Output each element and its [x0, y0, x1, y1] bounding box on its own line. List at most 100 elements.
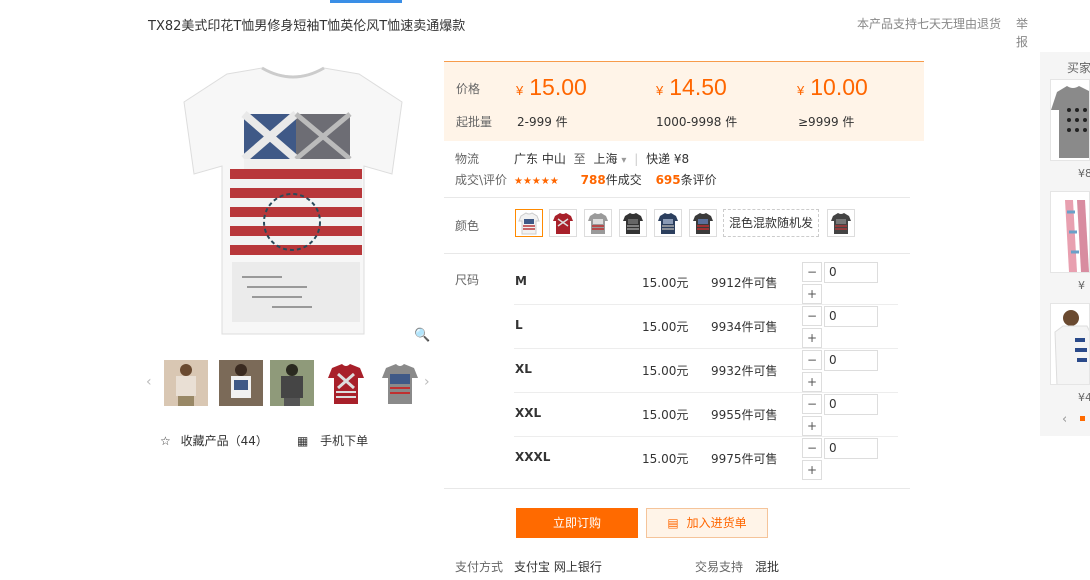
thumbnail-5[interactable] — [378, 360, 422, 406]
color-swatch-1[interactable] — [515, 209, 543, 237]
currency-symbol: ¥ — [656, 83, 664, 98]
size-name: M — [515, 274, 527, 288]
ship-from: 广东 中山 — [514, 152, 566, 166]
mobile-order[interactable]: ▦ 手机下单 — [297, 432, 368, 449]
decrease-button[interactable]: − — [802, 394, 822, 414]
rating-stars: ★★★★★ — [514, 176, 559, 187]
size-stock: 9934件可售 — [711, 320, 778, 334]
ship-to-select[interactable]: 上海 ▾ — [594, 152, 627, 166]
size-name: XL — [515, 362, 532, 376]
currency-symbol: ¥ — [797, 83, 805, 98]
size-stock: 9955件可售 — [711, 408, 778, 422]
color-swatch-6[interactable] — [689, 209, 717, 237]
increase-button[interactable]: + — [802, 416, 822, 436]
quantity-input[interactable]: 0 — [824, 394, 878, 415]
color-swatch-3[interactable] — [584, 209, 612, 237]
logistics-info: 广东 中山 至 上海 ▾ | 快递 ¥8 — [514, 152, 690, 166]
thumbnail-2[interactable] — [219, 360, 263, 406]
color-swatch-4[interactable] — [619, 209, 647, 237]
quantity-input[interactable]: 0 — [824, 438, 878, 459]
quantity-input[interactable]: 0 — [824, 350, 878, 371]
size-stock: 9912件可售 — [711, 276, 778, 290]
thumbnail-4[interactable] — [324, 360, 368, 406]
buy-now-button[interactable]: 立即订购 — [516, 508, 638, 538]
size-price: 15.00元 — [642, 320, 689, 334]
list-icon: ▤ — [667, 516, 679, 530]
thumbnail-1[interactable] — [164, 360, 208, 406]
thumb-prev-icon[interactable]: ‹ — [146, 374, 152, 390]
increase-button[interactable]: + — [802, 284, 822, 304]
quantity-input[interactable]: 0 — [824, 262, 878, 283]
thumbnail-3[interactable] — [270, 360, 314, 406]
shipping-fee: 快递 ¥8 — [646, 152, 690, 166]
size-label: 尺码 — [455, 273, 480, 287]
payment-label: 支付方式 — [455, 560, 504, 574]
favorite-label: 收藏产品（44） — [180, 434, 268, 448]
side-item-1[interactable] — [1050, 79, 1090, 161]
divider — [444, 197, 910, 198]
side-prev-icon[interactable]: ‹ — [1062, 412, 1067, 427]
size-price: 15.00元 — [642, 408, 689, 422]
size-stock: 9932件可售 — [711, 364, 778, 378]
mobile-order-label: 手机下单 — [320, 434, 369, 448]
size-name: XXL — [515, 406, 542, 420]
price-tier-3: ¥10.00 — [797, 74, 868, 100]
price-tier-2: ¥14.50 — [656, 74, 727, 100]
increase-button[interactable]: + — [802, 460, 822, 480]
logistics-label: 物流 — [455, 152, 480, 166]
sold-count[interactable]: 788件成交 — [581, 173, 642, 187]
decrease-button[interactable]: − — [802, 306, 822, 326]
divider — [444, 488, 910, 489]
price-tier-1: ¥15.00 — [516, 74, 587, 100]
deal-info: ★★★★★ 788件成交 695条评价 — [514, 171, 717, 188]
favorite-product[interactable]: ☆ 收藏产品（44） — [160, 432, 268, 449]
side-item-2-price: ¥ — [1078, 279, 1085, 292]
add-to-cart-button[interactable]: ▤ 加入进货单 — [646, 508, 768, 538]
report-link[interactable]: 举报 — [1016, 15, 1030, 51]
color-mixed-random[interactable]: 混色混款随机发 — [723, 209, 819, 237]
tier-3-range: ≥9999 件 — [798, 115, 855, 129]
top-tab-indicator — [330, 0, 402, 3]
size-stock: 9975件可售 — [711, 452, 778, 466]
side-item-2[interactable] — [1050, 191, 1090, 273]
star-icon: ☆ — [160, 434, 171, 448]
main-product-image[interactable] — [152, 62, 434, 344]
color-swatch-7[interactable] — [827, 209, 855, 237]
carousel-dot[interactable] — [1080, 416, 1085, 421]
size-row-xxxl: XXXL 15.00元 9975件可售 − 0 + — [514, 437, 898, 481]
product-title: TX82美式印花T恤男修身短袖T恤英伦风T恤速卖通爆款 — [148, 19, 466, 34]
side-item-3[interactable] — [1050, 303, 1090, 385]
quantity-input[interactable]: 0 — [824, 306, 878, 327]
decrease-button[interactable]: − — [802, 262, 822, 282]
decrease-button[interactable]: − — [802, 438, 822, 458]
increase-button[interactable]: + — [802, 328, 822, 348]
thumbnail-strip: ‹ › — [146, 360, 436, 408]
side-item-1-price: ¥8 — [1078, 167, 1090, 180]
color-swatch-2[interactable] — [549, 209, 577, 237]
trade-support-value: 混批 — [755, 560, 780, 574]
size-row-xl: XL 15.00元 9932件可售 − 0 + — [514, 349, 898, 393]
color-swatch-5[interactable] — [654, 209, 682, 237]
divider — [444, 253, 910, 254]
tier-2-range: 1000-9998 件 — [656, 115, 738, 129]
decrease-button[interactable]: − — [802, 350, 822, 370]
size-price: 15.00元 — [642, 276, 689, 290]
qrcode-icon: ▦ — [297, 434, 309, 448]
size-name: XXXL — [515, 450, 551, 464]
color-label: 颜色 — [455, 219, 480, 233]
side-panel-title: 买家 — [1067, 61, 1090, 75]
ship-to-word: 至 — [573, 152, 586, 166]
trade-support-label: 交易支持 — [695, 560, 744, 574]
size-row-xxl: XXL 15.00元 9955件可售 − 0 + — [514, 393, 898, 437]
add-to-cart-label: 加入进货单 — [686, 516, 747, 530]
price-label: 价格 — [456, 82, 481, 96]
side-recommend-panel: 买家 ¥8 ¥ ¥4 ‹ — [1040, 52, 1090, 436]
price-panel: 价格 起批量 ¥15.00 ¥14.50 ¥10.00 2-999 件 1000… — [444, 61, 924, 141]
payment-methods: 支付宝 网上银行 — [514, 560, 602, 574]
increase-button[interactable]: + — [802, 372, 822, 392]
thumb-next-icon[interactable]: › — [424, 374, 430, 390]
zoom-icon[interactable]: 🔍 — [414, 328, 434, 348]
min-order-label: 起批量 — [456, 115, 493, 129]
review-count[interactable]: 695条评价 — [656, 173, 717, 187]
size-price: 15.00元 — [642, 364, 689, 378]
